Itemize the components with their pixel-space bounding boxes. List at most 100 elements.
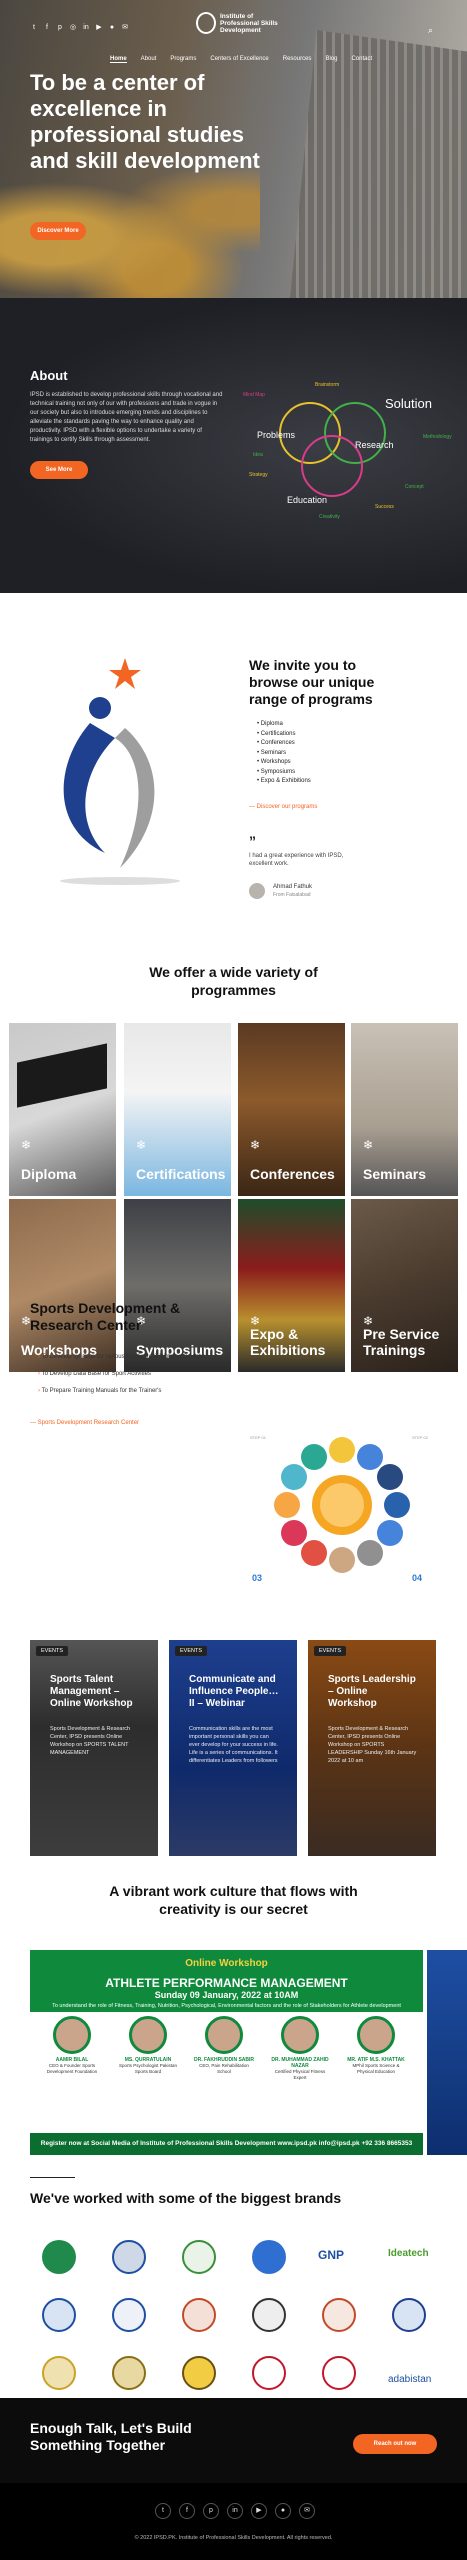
brand-logo-ideatech: Ideatech xyxy=(388,2248,429,2259)
sports-center-link[interactable]: — Sports Development Research Center xyxy=(30,1420,139,1426)
tile-symposiums[interactable]: ❄ Symposiums xyxy=(124,1199,231,1372)
program-item[interactable]: Expo & Exhibitions xyxy=(257,777,311,787)
instagram-icon[interactable]: ◎ xyxy=(69,24,77,32)
pinterest-icon[interactable]: p xyxy=(203,2503,219,2519)
programs-title: We invite you to browse our unique range… xyxy=(249,657,375,707)
wheel-step-label: STEP 02 xyxy=(412,1435,429,1440)
speaker-photo xyxy=(129,2016,167,2054)
venn-label-success: Success xyxy=(375,504,394,510)
see-more-button[interactable]: See More xyxy=(30,461,88,479)
tile-conferences[interactable]: ❄ Conferences xyxy=(238,1023,345,1196)
tile-diploma[interactable]: ❄ Diploma xyxy=(9,1023,116,1196)
about-section: About IPSD is established to develop pro… xyxy=(0,298,467,593)
next-slide-preview[interactable] xyxy=(427,1950,467,2155)
sports-list-item: To Develop Data Base for Sport Activitie… xyxy=(38,1366,205,1383)
discover-more-button[interactable]: Discover More xyxy=(30,222,86,240)
programs-illustration xyxy=(60,658,180,885)
facebook-icon[interactable]: f xyxy=(179,2503,195,2519)
brand-logo xyxy=(252,2240,286,2274)
tile-workshops[interactable]: ❄ Workshops xyxy=(9,1199,116,1372)
event-card[interactable]: EVENTS Sports Leadership – Online Worksh… xyxy=(308,1640,436,1856)
nav-contact[interactable]: Contact xyxy=(351,56,372,63)
brand-logo xyxy=(322,2298,356,2332)
brand-logo xyxy=(112,2240,146,2274)
youtube-icon[interactable]: ▶ xyxy=(251,2503,267,2519)
divider xyxy=(30,2177,75,2178)
discover-programs-label: Discover our programs xyxy=(256,804,318,810)
linkedin-icon[interactable]: in xyxy=(227,2503,243,2519)
reach-out-button[interactable]: Reach out now xyxy=(353,2434,437,2454)
facebook-icon[interactable]: f xyxy=(43,24,51,32)
site-logo[interactable]: Institute of Professional Skills Develop… xyxy=(196,12,290,34)
testimonial-author: Ahmad Fathuk xyxy=(273,884,313,890)
nav-programs[interactable]: Programs xyxy=(170,56,196,63)
event-tag: EVENTS xyxy=(36,1646,69,1656)
tile-label: Expo & Exhibitions xyxy=(250,1326,326,1358)
discover-programs-link[interactable]: — Discover our programs xyxy=(249,804,317,810)
cta-section: Enough Talk, Let's Build Something Toget… xyxy=(0,2398,467,2483)
search-icon[interactable]: ⌕ xyxy=(428,25,433,36)
speaker-name: DR. MUHAMMAD ZAHID NAZAR xyxy=(271,2057,329,2069)
program-item[interactable]: Diploma xyxy=(257,720,311,730)
speaker-role: CEO & Founder Sports Development Foundat… xyxy=(46,2063,98,2074)
program-item[interactable]: Certifications xyxy=(257,730,311,740)
email-icon[interactable]: ✉ xyxy=(121,24,129,32)
event-title[interactable]: Sports Talent Management – Online Worksh… xyxy=(50,1674,140,1710)
brand-logo-adabistan: adabistan xyxy=(388,2374,432,2385)
brands-title: We've worked with some of the biggest br… xyxy=(30,2190,342,2206)
venn-circle-research xyxy=(324,402,386,464)
nav-centers[interactable]: Centers of Excellence xyxy=(210,56,268,63)
tile-seminars[interactable]: ❄ Seminars xyxy=(351,1023,458,1196)
twitter-icon[interactable]: t xyxy=(155,2503,171,2519)
linkedin-icon[interactable]: in xyxy=(82,24,90,32)
event-text: Sports Development & Research Center, IP… xyxy=(50,1726,131,1756)
tile-pre-service-trainings[interactable]: ❄ Pre Service Trainings xyxy=(351,1199,458,1372)
pinterest-icon[interactable]: p xyxy=(56,24,64,32)
venn-label-strategy: Strategy xyxy=(249,472,268,478)
offer-title-text: We offer a wide variety of programmes xyxy=(149,964,318,998)
brand-logo xyxy=(112,2356,146,2390)
sports-wheel-infographic: STEP 01 STEP 02 03 04 xyxy=(250,1435,429,1583)
flickr-icon[interactable]: ● xyxy=(108,24,116,32)
event-card[interactable]: EVENTS Communicate and Influence People…… xyxy=(169,1640,297,1856)
nav-resources[interactable]: Resources xyxy=(283,56,312,63)
workshop-banner[interactable]: Online Workshop ATHLETE PERFORMANCE MANA… xyxy=(30,1950,423,2155)
program-item[interactable]: Symposiums xyxy=(257,768,311,778)
nav-blog[interactable]: Blog xyxy=(325,56,337,63)
event-text: Communication skills are the most import… xyxy=(189,1726,278,1764)
program-item[interactable]: Seminars xyxy=(257,749,311,759)
cta-title: Enough Talk, Let's Build Something Toget… xyxy=(30,2420,192,2453)
sports-title: Sports Development & Research Center xyxy=(30,1300,181,1333)
logo-text: Institute of Professional Skills Develop… xyxy=(220,13,290,34)
nav-about[interactable]: About xyxy=(141,56,157,63)
brand-logo xyxy=(182,2240,216,2274)
event-title[interactable]: Sports Leadership – Online Workshop xyxy=(328,1674,418,1710)
testimonial-role: From Faisalabad xyxy=(273,892,311,898)
event-card[interactable]: EVENTS Sports Talent Management – Online… xyxy=(30,1640,158,1856)
speaker: DR. MUHAMMAD ZAHID NAZAR Certified Physi… xyxy=(268,2016,332,2080)
program-item[interactable]: Workshops xyxy=(257,758,311,768)
sports-list-item: To Develop syllabus for various certific… xyxy=(38,1349,206,1366)
social-links: t f p ◎ in ▶ ● ✉ xyxy=(30,24,129,32)
speaker: MS. QURRATULAIN Sports Psychologist Paki… xyxy=(116,2016,180,2074)
hero-section: t f p ◎ in ▶ ● ✉ Institute of Profession… xyxy=(0,0,467,298)
testimonial-text: I had a great experience with IPSD, exce… xyxy=(249,853,344,867)
brand-logo xyxy=(182,2356,216,2390)
email-icon[interactable]: ✉ xyxy=(299,2503,315,2519)
venn-label-problems: Problems xyxy=(257,430,296,440)
venn-label-creativity: Creativity xyxy=(319,514,340,520)
tile-expo-exhibitions[interactable]: ❄ Expo & Exhibitions xyxy=(238,1199,345,1372)
tile-certifications[interactable]: ❄ Certifications xyxy=(124,1023,231,1196)
nav-home[interactable]: Home xyxy=(110,56,127,63)
event-title[interactable]: Communicate and Influence People… II – W… xyxy=(189,1674,279,1710)
offer-title: We offer a wide variety of programmes xyxy=(0,963,467,999)
flickr-icon[interactable]: ● xyxy=(275,2503,291,2519)
about-text: IPSD is established to develop professio… xyxy=(30,392,223,443)
wheel-number: 04 xyxy=(412,1573,422,1583)
program-item[interactable]: Conferences xyxy=(257,739,311,749)
logo-line-2: Professional Skills xyxy=(220,19,278,27)
youtube-icon[interactable]: ▶ xyxy=(95,24,103,32)
sports-list-item: To Prepare Training Manuals for the Trai… xyxy=(38,1383,205,1400)
tile-label: Diploma xyxy=(21,1166,77,1182)
twitter-icon[interactable]: t xyxy=(30,24,38,32)
